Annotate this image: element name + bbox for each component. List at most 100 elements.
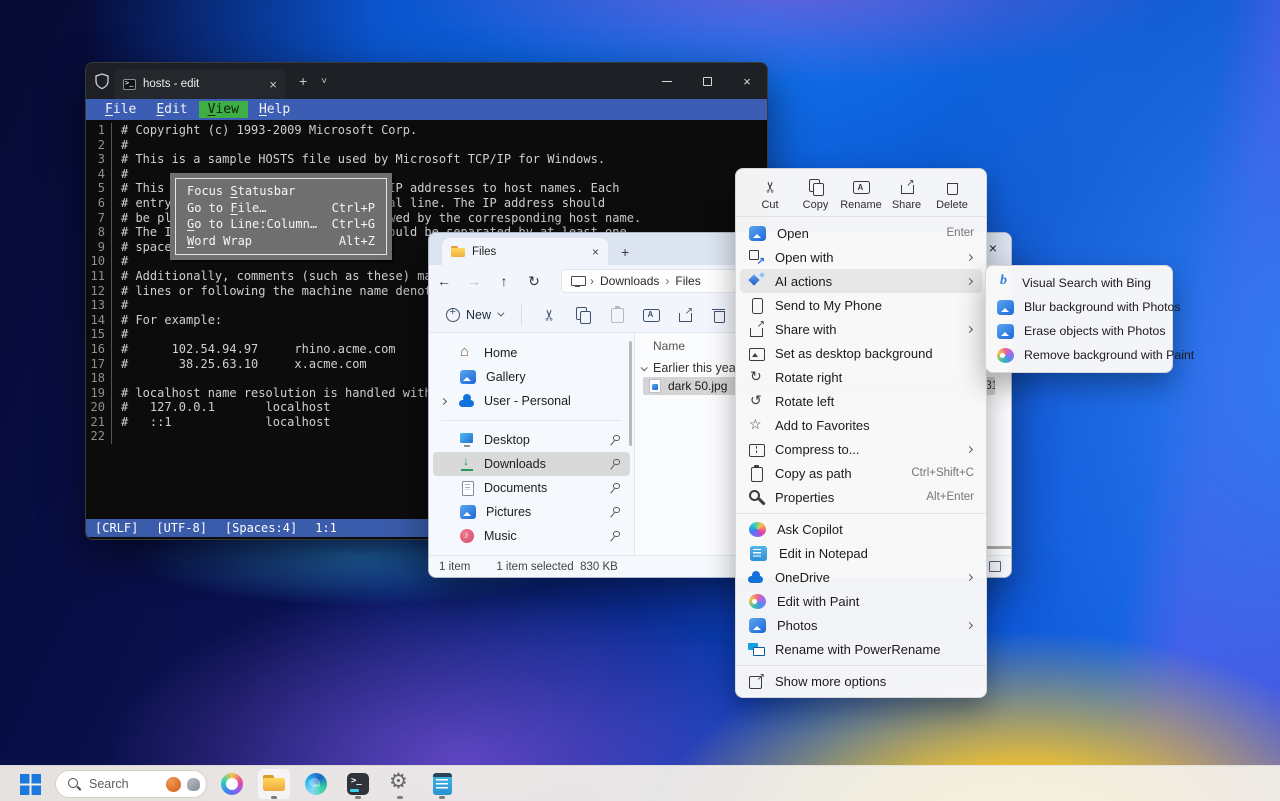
tray-icon[interactable] — [1109, 776, 1125, 792]
tray-icon[interactable] — [1254, 776, 1270, 792]
editor-status-segment[interactable]: [Spaces:4] — [225, 521, 297, 535]
context-menu-item[interactable]: Open with — [736, 245, 986, 269]
sidebar-item[interactable]: Music — [433, 524, 630, 548]
editor-status-segment[interactable]: [CRLF] — [95, 521, 138, 535]
context-menu-item[interactable]: Show more options — [736, 665, 986, 693]
delete-button[interactable] — [702, 301, 736, 329]
taskbar-app[interactable] — [341, 768, 375, 800]
context-menu-item[interactable]: Send to My Phone — [736, 293, 986, 317]
taskbar-app[interactable] — [257, 768, 291, 800]
tab-dropdown-icon[interactable]: ˅ — [321, 76, 327, 87]
submenu-item[interactable]: Visual Search with Bing — [986, 271, 1172, 295]
editor-status-segment[interactable]: 1:1 — [315, 521, 337, 535]
cut-button[interactable] — [532, 301, 566, 329]
view-menu-option[interactable]: Go to File… Ctrl+P — [176, 200, 386, 217]
breadcrumb-item[interactable]: Files — [665, 274, 700, 288]
editor-menu-item[interactable]: Edit — [147, 101, 196, 118]
new-tab-button[interactable]: + — [621, 244, 629, 260]
forward-button[interactable]: → — [459, 273, 489, 289]
context-menu-item[interactable]: Copy as path Ctrl+Shift+C — [736, 461, 986, 485]
view-menu-option[interactable]: Go to Line:Column… Ctrl+G — [176, 216, 386, 233]
group-header[interactable]: Earlier this year — [641, 361, 740, 375]
sidebar-item[interactable]: Home — [433, 341, 630, 365]
quick-action-button[interactable]: Rename — [841, 178, 881, 211]
sidebar-item[interactable]: Pictures — [433, 500, 630, 524]
name-column-header[interactable]: Name — [653, 339, 685, 353]
quick-action-button[interactable]: Delete — [932, 178, 972, 211]
sidebar-item[interactable]: User - Personal — [433, 389, 630, 413]
back-button[interactable]: ← — [429, 273, 459, 289]
new-tab-button[interactable]: + — [299, 73, 307, 89]
submenu-chevron-icon — [966, 253, 973, 260]
pin-icon — [608, 482, 620, 494]
file-name: dark 50.jpg — [668, 379, 727, 393]
submenu-item[interactable]: Remove background with Paint — [986, 343, 1172, 367]
view-menu-option[interactable]: Focus Statusbar — [176, 183, 386, 200]
context-menu-item[interactable]: AI actions — [740, 269, 982, 293]
quick-action-button[interactable]: Cut — [750, 178, 790, 211]
context-menu-item[interactable]: OneDrive — [736, 565, 986, 589]
tray-icon[interactable] — [1196, 776, 1212, 792]
context-menu-item[interactable]: Photos — [736, 613, 986, 637]
context-menu-item[interactable]: Add to Favorites — [736, 413, 986, 437]
editor-menu-item[interactable]: Help — [250, 101, 299, 118]
context-menu-item[interactable]: Rotate left — [736, 389, 986, 413]
context-menu-item[interactable]: Edit in Notepad — [736, 541, 986, 565]
editor-tab[interactable]: hosts - edit × — [115, 69, 285, 99]
cloud-icon — [459, 393, 475, 409]
ai-icon — [748, 273, 765, 290]
start-button[interactable] — [20, 774, 41, 795]
quick-action-button[interactable]: Share — [887, 178, 927, 211]
submenu-item[interactable]: Blur background with Photos — [986, 295, 1172, 319]
thumbnail-view-icon[interactable] — [987, 559, 1003, 574]
context-menu-item[interactable]: Compress to... — [736, 437, 986, 461]
context-menu-item[interactable]: Edit with Paint — [736, 589, 986, 613]
context-menu: Cut Copy Rename Share Delete Open — [735, 168, 987, 698]
terminal-icon — [347, 773, 369, 795]
rename-button[interactable] — [634, 301, 668, 329]
rotate-right-icon — [748, 369, 765, 386]
context-menu-item[interactable]: Properties Alt+Enter — [736, 485, 986, 509]
editor-menu-item[interactable]: View — [199, 101, 248, 118]
view-menu-option[interactable]: Word Wrap Alt+Z — [176, 233, 386, 250]
selection-count: 1 item selected — [496, 561, 573, 573]
editor-menu-item[interactable]: File — [96, 101, 145, 118]
submenu-item[interactable]: Erase objects with Photos — [986, 319, 1172, 343]
taskbar-app[interactable] — [215, 768, 249, 800]
refresh-button[interactable]: ↻ — [519, 273, 549, 290]
context-menu-item[interactable]: Ask Copilot — [736, 513, 986, 541]
tray-icon[interactable] — [1138, 776, 1154, 792]
sidebar-divider — [441, 420, 622, 421]
breadcrumb-item[interactable]: Downloads — [590, 274, 659, 288]
close-button[interactable]: × — [727, 63, 767, 99]
minimize-button[interactable] — [647, 63, 687, 99]
context-menu-item[interactable]: Rotate right — [736, 365, 986, 389]
sidebar-scrollbar[interactable] — [629, 341, 632, 446]
editor-status-segment[interactable]: [UTF-8] — [156, 521, 207, 535]
tray-icon[interactable] — [1225, 776, 1241, 792]
context-menu-item[interactable]: Rename with PowerRename — [736, 637, 986, 661]
sidebar-item[interactable]: Downloads — [433, 452, 630, 476]
sidebar-item[interactable]: Documents — [433, 476, 630, 500]
tray-icon[interactable] — [1167, 776, 1183, 792]
tab-close-icon[interactable]: × — [269, 78, 277, 91]
up-button[interactable]: ↑ — [489, 273, 519, 289]
explorer-tab[interactable]: Files × — [442, 238, 608, 265]
maximize-button[interactable] — [687, 63, 727, 99]
context-menu-item[interactable]: Set as desktop background — [736, 341, 986, 365]
taskbar-search[interactable]: Search — [55, 770, 207, 798]
this-pc-icon[interactable] — [571, 276, 584, 287]
taskbar-app[interactable] — [425, 768, 459, 800]
context-menu-item[interactable]: Share with — [736, 317, 986, 341]
new-button[interactable]: New — [437, 304, 511, 326]
tab-close-icon[interactable]: × — [592, 246, 599, 258]
sidebar-item[interactable]: Desktop — [433, 428, 630, 452]
context-menu-item[interactable]: Open Enter — [736, 221, 986, 245]
share-button[interactable] — [668, 301, 702, 329]
taskbar-app[interactable] — [299, 768, 333, 800]
copy-button[interactable] — [566, 301, 600, 329]
paste-button[interactable] — [600, 301, 634, 329]
sidebar-item[interactable]: Gallery — [433, 365, 630, 389]
taskbar-app[interactable] — [383, 768, 417, 800]
quick-action-button[interactable]: Copy — [796, 178, 836, 211]
